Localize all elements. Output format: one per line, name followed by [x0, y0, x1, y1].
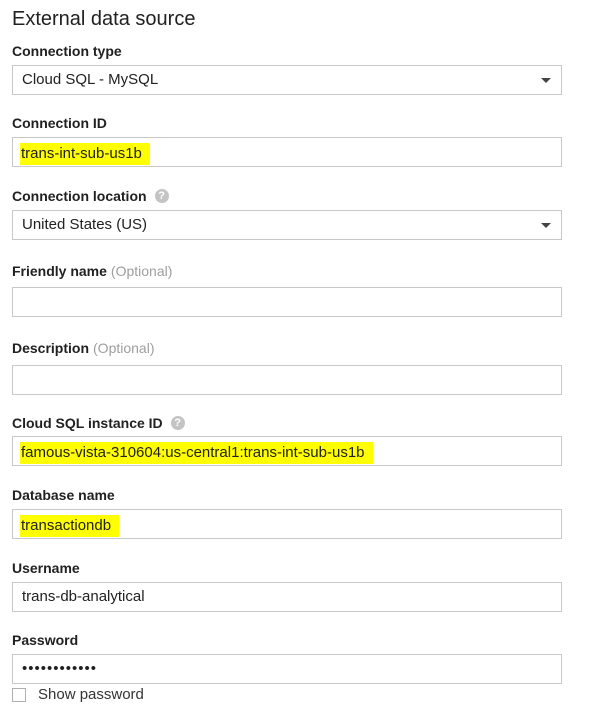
database-name-label: Database name: [12, 487, 115, 503]
show-password-label[interactable]: Show password: [38, 686, 144, 703]
show-password-checkbox[interactable]: [12, 687, 26, 702]
connection-type-label: Connection type: [12, 43, 122, 59]
connection-type-value: Cloud SQL - MySQL: [22, 71, 159, 88]
connection-location-select[interactable]: United States (US): [12, 210, 562, 240]
password-input[interactable]: ••••••••••••: [12, 654, 562, 684]
connection-location-label: Connection location ?: [12, 187, 562, 205]
connection-type-select[interactable]: Cloud SQL - MySQL: [12, 65, 562, 95]
database-name-value: transactiondb: [20, 515, 120, 537]
connection-id-field: Connection ID trans-int-sub-us1b: [12, 114, 562, 167]
username-label: Username: [12, 560, 80, 576]
connection-location-field: Connection location ? United States (US): [12, 187, 562, 240]
instance-id-label: Cloud SQL instance ID ?: [12, 414, 562, 432]
username-input[interactable]: trans-db-analytical: [12, 582, 562, 612]
description-field: Description (Optional): [12, 339, 562, 395]
description-input[interactable]: [12, 365, 562, 395]
friendly-name-label: Friendly name (Optional): [12, 263, 173, 279]
database-name-field: Database name transactiondb: [12, 486, 562, 539]
connection-id-label: Connection ID: [12, 115, 107, 131]
instance-id-value: famous-vista-310604:us-central1:trans-in…: [20, 442, 373, 464]
help-icon[interactable]: ?: [170, 416, 185, 430]
connection-id-value: trans-int-sub-us1b: [20, 143, 150, 165]
username-value: trans-db-analytical: [22, 588, 145, 605]
chevron-down-icon: [541, 223, 551, 228]
username-field: Username trans-db-analytical: [12, 559, 562, 612]
connection-type-field: Connection type Cloud SQL - MySQL: [12, 42, 562, 95]
instance-id-input[interactable]: famous-vista-310604:us-central1:trans-in…: [12, 436, 562, 466]
optional-hint: (Optional): [93, 340, 155, 356]
dialog-title: External data source: [12, 8, 196, 30]
password-field: Password ••••••••••••: [12, 631, 562, 684]
chevron-down-icon: [541, 78, 551, 83]
friendly-name-field: Friendly name (Optional): [12, 262, 562, 317]
optional-hint: (Optional): [110, 263, 173, 279]
show-password-row[interactable]: Show password: [12, 686, 144, 703]
connection-location-value: United States (US): [22, 216, 148, 233]
friendly-name-input[interactable]: [12, 287, 562, 317]
description-label: Description (Optional): [12, 340, 155, 356]
database-name-input[interactable]: transactiondb: [12, 509, 562, 539]
password-label: Password: [12, 632, 79, 648]
password-value: ••••••••••••: [22, 660, 98, 677]
instance-id-field: Cloud SQL instance ID ? famous-vista-310…: [12, 414, 562, 466]
help-icon[interactable]: ?: [154, 189, 169, 203]
connection-id-input[interactable]: trans-int-sub-us1b: [12, 137, 562, 167]
